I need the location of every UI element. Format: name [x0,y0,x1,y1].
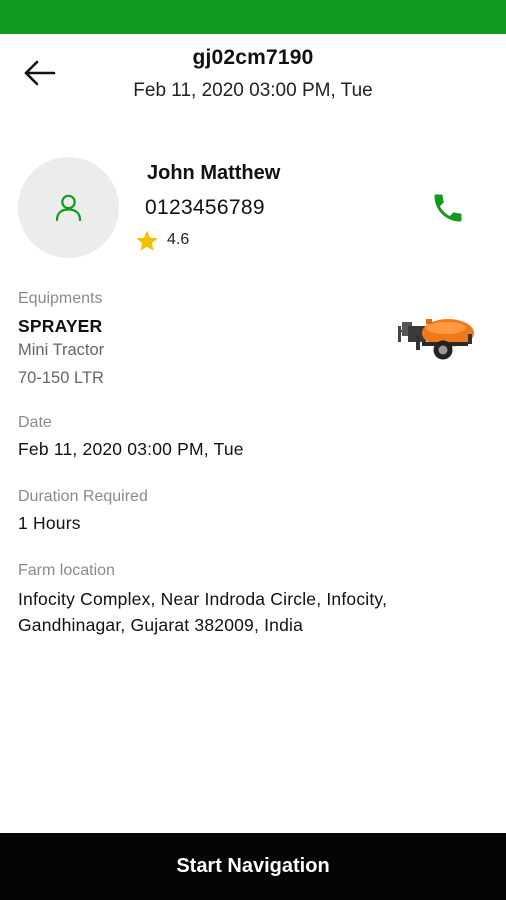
driver-name: John Matthew [147,162,281,184]
location-label: Farm location [18,562,115,579]
vehicle-number: gj02cm7190 [192,46,314,69]
start-navigation-button[interactable]: Start Navigation [0,833,506,900]
equipment-type: Mini Tractor [18,341,105,359]
sprayer-image [398,319,474,360]
equipment-capacity: 70-150 LTR [18,369,104,387]
equipment-name: SPRAYER [18,316,103,336]
driver-rating: 4.6 [167,231,190,248]
start-navigation-label: Start Navigation [176,855,330,877]
location-value: Infocity Complex, Near Indroda Circle, I… [18,589,388,635]
phone-icon [434,194,462,222]
avatar [18,157,119,258]
date-label: Date [18,414,52,431]
driver-phone: 0123456789 [145,196,265,219]
date-value: Feb 11, 2020 03:00 PM, Tue [18,439,244,459]
user-icon [55,194,82,222]
star-icon [136,230,158,251]
call-button[interactable] [430,190,466,226]
equipment-label: Equipments [18,290,103,307]
duration-value: 1 Hours [18,513,81,533]
duration-label: Duration Required [18,488,148,505]
status-bar [0,0,506,34]
header-datetime: Feb 11, 2020 03:00 PM, Tue [133,80,373,101]
